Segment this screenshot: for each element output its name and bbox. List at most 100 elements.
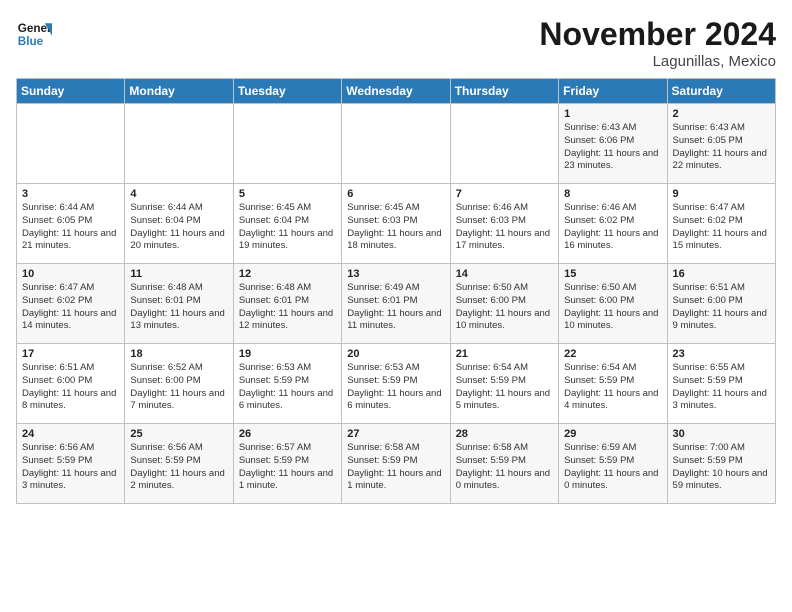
day-header-thursday: Thursday (450, 79, 558, 104)
day-number: 23 (673, 348, 770, 360)
calendar-cell: 21Sunrise: 6:54 AM Sunset: 5:59 PM Dayli… (450, 344, 558, 424)
page-header: General Blue November 2024 Lagunillas, M… (16, 16, 776, 70)
day-header-monday: Monday (125, 79, 233, 104)
day-number: 27 (347, 428, 444, 440)
calendar-cell: 16Sunrise: 6:51 AM Sunset: 6:00 PM Dayli… (667, 264, 775, 344)
day-number: 13 (347, 268, 444, 280)
day-info: Sunrise: 6:47 AM Sunset: 6:02 PM Dayligh… (22, 282, 119, 333)
calendar-cell: 5 Sunrise: 6:45 AM Sunset: 6:04 PM Daylig… (233, 184, 341, 264)
calendar-cell (233, 104, 341, 184)
day-number: 5 (239, 188, 336, 200)
day-info: Sunrise: 6:50 AM Sunset: 6:00 PM Dayligh… (564, 282, 661, 333)
day-number: 14 (456, 268, 553, 280)
calendar-cell: 22 Sunrise: 6:54 AM Sunset: 5:59 PM Dayli… (559, 344, 667, 424)
location: Lagunillas, Mexico (539, 53, 776, 70)
day-info: Sunrise: 6:47 AM Sunset: 6:02 PM Dayligh… (673, 202, 770, 253)
calendar-table: SundayMondayTuesdayWednesdayThursdayFrid… (16, 78, 776, 504)
calendar-week-3: 10 Sunrise: 6:47 AM Sunset: 6:02 PM Dayli… (17, 264, 776, 344)
day-info: Sunrise: 6:55 AM Sunset: 5:59 PM Dayligh… (673, 362, 770, 413)
calendar-cell: 27 Sunrise: 6:58 AM Sunset: 5:59 PM Dayli… (342, 424, 450, 504)
day-info: Sunrise: 6:51 AM Sunset: 6:00 PM Dayligh… (673, 282, 770, 333)
day-info: Sunrise: 6:48 AM Sunset: 6:01 PM Dayligh… (130, 282, 227, 333)
day-number: 6 (347, 188, 444, 200)
day-number: 9 (673, 188, 770, 200)
day-number: 17 (22, 348, 119, 360)
day-header-sunday: Sunday (17, 79, 125, 104)
calendar-body: 1 Sunrise: 6:43 AM Sunset: 6:06 PM Daylig… (17, 104, 776, 504)
day-info: Sunrise: 6:51 AM Sunset: 6:00 PM Dayligh… (22, 362, 119, 413)
day-number: 25 (130, 428, 227, 440)
day-number: 20 (347, 348, 444, 360)
day-info: Sunrise: 6:46 AM Sunset: 6:03 PM Dayligh… (456, 202, 553, 253)
day-info: Sunrise: 6:56 AM Sunset: 5:59 PM Dayligh… (22, 442, 119, 493)
calendar-cell: 25 Sunrise: 6:56 AM Sunset: 5:59 PM Dayli… (125, 424, 233, 504)
day-number: 21 (456, 348, 553, 360)
day-info: Sunrise: 6:56 AM Sunset: 5:59 PM Dayligh… (130, 442, 227, 493)
day-number: 24 (22, 428, 119, 440)
day-number: 7 (456, 188, 553, 200)
day-info: Sunrise: 6:53 AM Sunset: 5:59 PM Dayligh… (347, 362, 444, 413)
day-number: 11 (130, 268, 227, 280)
day-number: 18 (130, 348, 227, 360)
day-number: 29 (564, 428, 661, 440)
calendar-cell: 12 Sunrise: 6:48 AM Sunset: 6:01 PM Dayli… (233, 264, 341, 344)
calendar-cell: 7 Sunrise: 6:46 AM Sunset: 6:03 PM Daylig… (450, 184, 558, 264)
calendar-cell (450, 104, 558, 184)
day-number: 30 (673, 428, 770, 440)
calendar-cell: 14 Sunrise: 6:50 AM Sunset: 6:00 PM Dayli… (450, 264, 558, 344)
calendar-cell: 26 Sunrise: 6:57 AM Sunset: 5:59 PM Dayli… (233, 424, 341, 504)
calendar-cell: 17 Sunrise: 6:51 AM Sunset: 6:00 PM Dayli… (17, 344, 125, 424)
day-info: Sunrise: 6:54 AM Sunset: 5:59 PM Dayligh… (564, 362, 661, 413)
calendar-cell (342, 104, 450, 184)
day-info: Sunrise: 7:00 AM Sunset: 5:59 PM Dayligh… (673, 442, 770, 493)
day-number: 26 (239, 428, 336, 440)
day-number: 8 (564, 188, 661, 200)
calendar-cell: 29 Sunrise: 6:59 AM Sunset: 5:59 PM Dayli… (559, 424, 667, 504)
calendar-cell (125, 104, 233, 184)
day-number: 10 (22, 268, 119, 280)
calendar-cell: 20 Sunrise: 6:53 AM Sunset: 5:59 PM Dayli… (342, 344, 450, 424)
calendar-cell: 28Sunrise: 6:58 AM Sunset: 5:59 PM Dayli… (450, 424, 558, 504)
day-info: Sunrise: 6:45 AM Sunset: 6:04 PM Dayligh… (239, 202, 336, 253)
svg-text:Blue: Blue (18, 35, 44, 48)
calendar-week-2: 3Sunrise: 6:44 AM Sunset: 6:05 PM Daylig… (17, 184, 776, 264)
calendar-header-row: SundayMondayTuesdayWednesdayThursdayFrid… (17, 79, 776, 104)
calendar-cell: 24 Sunrise: 6:56 AM Sunset: 5:59 PM Dayli… (17, 424, 125, 504)
day-header-friday: Friday (559, 79, 667, 104)
calendar-cell: 18 Sunrise: 6:52 AM Sunset: 6:00 PM Dayli… (125, 344, 233, 424)
title-block: November 2024 Lagunillas, Mexico (539, 16, 776, 70)
day-info: Sunrise: 6:49 AM Sunset: 6:01 PM Dayligh… (347, 282, 444, 333)
calendar-cell: 13 Sunrise: 6:49 AM Sunset: 6:01 PM Dayli… (342, 264, 450, 344)
day-header-saturday: Saturday (667, 79, 775, 104)
day-info: Sunrise: 6:59 AM Sunset: 5:59 PM Dayligh… (564, 442, 661, 493)
calendar-cell: 1 Sunrise: 6:43 AM Sunset: 6:06 PM Daylig… (559, 104, 667, 184)
calendar-cell: 4Sunrise: 6:44 AM Sunset: 6:04 PM Daylig… (125, 184, 233, 264)
logo: General Blue (16, 16, 52, 52)
day-number: 28 (456, 428, 553, 440)
day-info: Sunrise: 6:50 AM Sunset: 6:00 PM Dayligh… (456, 282, 553, 333)
calendar-cell: 8 Sunrise: 6:46 AM Sunset: 6:02 PM Daylig… (559, 184, 667, 264)
calendar-cell: 11 Sunrise: 6:48 AM Sunset: 6:01 PM Dayli… (125, 264, 233, 344)
calendar-cell: 3Sunrise: 6:44 AM Sunset: 6:05 PM Daylig… (17, 184, 125, 264)
day-info: Sunrise: 6:58 AM Sunset: 5:59 PM Dayligh… (347, 442, 444, 493)
month-title: November 2024 (539, 16, 776, 53)
day-number: 12 (239, 268, 336, 280)
day-info: Sunrise: 6:48 AM Sunset: 6:01 PM Dayligh… (239, 282, 336, 333)
day-number: 1 (564, 108, 661, 120)
day-number: 22 (564, 348, 661, 360)
calendar-cell (17, 104, 125, 184)
calendar-cell: 9 Sunrise: 6:47 AM Sunset: 6:02 PM Daylig… (667, 184, 775, 264)
day-number: 2 (673, 108, 770, 120)
day-info: Sunrise: 6:46 AM Sunset: 6:02 PM Dayligh… (564, 202, 661, 253)
day-info: Sunrise: 6:43 AM Sunset: 6:06 PM Dayligh… (564, 122, 661, 173)
day-info: Sunrise: 6:52 AM Sunset: 6:00 PM Dayligh… (130, 362, 227, 413)
day-info: Sunrise: 6:44 AM Sunset: 6:05 PM Dayligh… (22, 202, 119, 253)
day-info: Sunrise: 6:43 AM Sunset: 6:05 PM Dayligh… (673, 122, 770, 173)
logo-icon: General Blue (16, 16, 52, 52)
day-info: Sunrise: 6:57 AM Sunset: 5:59 PM Dayligh… (239, 442, 336, 493)
calendar-week-1: 1 Sunrise: 6:43 AM Sunset: 6:06 PM Daylig… (17, 104, 776, 184)
calendar-cell: 30 Sunrise: 7:00 AM Sunset: 5:59 PM Dayli… (667, 424, 775, 504)
calendar-week-4: 17 Sunrise: 6:51 AM Sunset: 6:00 PM Dayli… (17, 344, 776, 424)
day-info: Sunrise: 6:53 AM Sunset: 5:59 PM Dayligh… (239, 362, 336, 413)
calendar-cell: 10 Sunrise: 6:47 AM Sunset: 6:02 PM Dayli… (17, 264, 125, 344)
